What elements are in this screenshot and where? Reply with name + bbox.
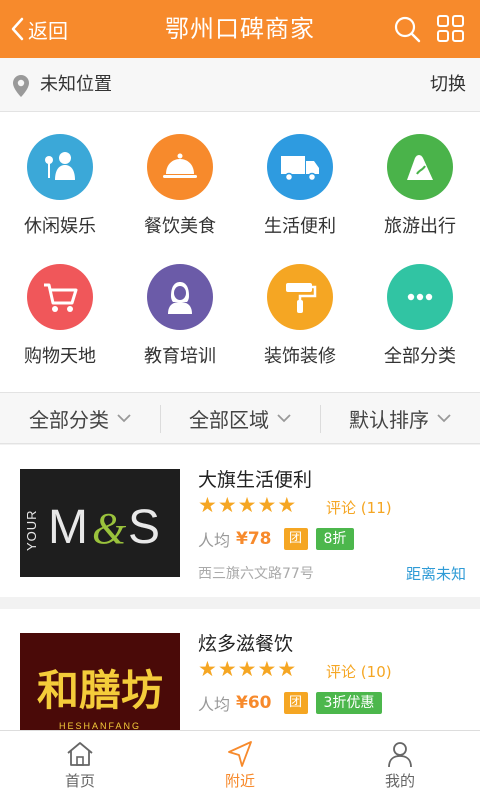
bottom-nav: 首页 附近 我的 bbox=[0, 730, 480, 800]
category-label: 旅游出行 bbox=[384, 216, 456, 237]
nav-mine[interactable]: 我的 bbox=[320, 731, 480, 800]
category-label: 教育培训 bbox=[144, 346, 216, 367]
merchant-distance: 距离未知 bbox=[405, 565, 466, 583]
category-education[interactable]: 教育培训 bbox=[120, 264, 240, 368]
nav-label: 附近 bbox=[224, 772, 255, 790]
chevron-down-icon bbox=[437, 414, 451, 423]
discount-badge: 8折 bbox=[315, 528, 355, 550]
nav-label: 我的 bbox=[384, 772, 415, 790]
category-label: 购物天地 bbox=[24, 346, 96, 367]
svg-text:&: & bbox=[92, 504, 127, 553]
category-grid: 休闲娱乐 餐饮美食 生活便利 旅游出行 购物天地 教育培训 装饰装修 全部分类 bbox=[0, 112, 480, 392]
category-label: 生活便利 bbox=[264, 216, 336, 237]
list-item[interactable]: 和膳坊 HESHANFANG 炫多滋餐饮 ★ ★ ★ ★ ★ 评论 (10) 人均 ¥6… bbox=[0, 609, 480, 730]
svg-text:YOUR: YOUR bbox=[24, 509, 39, 551]
location-bar: 未知位置 切换 bbox=[0, 58, 480, 112]
nav-nearby[interactable]: 附近 bbox=[160, 731, 320, 800]
svg-text:和膳坊: 和膳坊 bbox=[37, 666, 163, 715]
category-food[interactable]: 餐饮美食 bbox=[120, 134, 240, 238]
grid-icon[interactable] bbox=[436, 14, 466, 44]
category-decoration[interactable]: 装饰装修 bbox=[240, 264, 360, 368]
category-shopping[interactable]: 购物天地 bbox=[0, 264, 120, 368]
category-life[interactable]: 生活便利 bbox=[240, 134, 360, 238]
location-text: 未知位置 bbox=[40, 74, 112, 95]
user-icon bbox=[388, 742, 412, 768]
chevron-down-icon bbox=[117, 414, 131, 423]
group-buy-badge: 团 bbox=[283, 528, 308, 550]
svg-text:M: M bbox=[48, 501, 88, 554]
review-count[interactable]: 评论 (11) bbox=[326, 497, 392, 518]
search-icon[interactable] bbox=[392, 14, 422, 44]
merchant-name: 炫多滋餐饮 bbox=[198, 633, 294, 655]
merchant-address: 西三旗六文路77号 bbox=[198, 566, 314, 582]
average-price: 人均 ¥60 团 3折优惠 bbox=[198, 691, 383, 715]
rating-stars: ★ ★ ★ ★ ★ bbox=[198, 657, 297, 681]
merchant-name: 大旗生活便利 bbox=[198, 469, 313, 491]
filter-area[interactable]: 全部区域 bbox=[160, 393, 320, 443]
filter-label: 全部区域 bbox=[189, 407, 269, 432]
mountain-icon bbox=[387, 134, 453, 200]
switch-location-button[interactable]: 切换 bbox=[430, 58, 466, 112]
filter-category[interactable]: 全部分类 bbox=[0, 393, 160, 443]
group-buy-badge: 团 bbox=[283, 692, 308, 714]
merchant-thumbnail: YOUR M & S bbox=[20, 469, 180, 577]
paint-roller-icon bbox=[267, 264, 333, 330]
price-value: ¥78 bbox=[236, 529, 272, 549]
shopping-cart-icon bbox=[27, 264, 93, 330]
teacher-icon bbox=[147, 264, 213, 330]
merchant-thumbnail: 和膳坊 HESHANFANG bbox=[20, 633, 180, 730]
merchant-list: YOUR M & S 大旗生活便利 ★ ★ ★ ★ ★ 评论 (11) 人均 ¥78 团… bbox=[0, 445, 480, 730]
price-value: ¥60 bbox=[236, 693, 272, 713]
category-label: 休闲娱乐 bbox=[24, 216, 96, 237]
list-item[interactable]: YOUR M & S 大旗生活便利 ★ ★ ★ ★ ★ 评论 (11) 人均 ¥78 团… bbox=[0, 445, 480, 597]
app-header: 返回 鄂州口碑商家 bbox=[0, 0, 480, 58]
more-dots-icon bbox=[387, 264, 453, 330]
average-price: 人均 ¥78 团 8折 bbox=[198, 527, 355, 551]
category-travel[interactable]: 旅游出行 bbox=[360, 134, 480, 238]
microphone-person-icon bbox=[27, 134, 93, 200]
delivery-truck-icon bbox=[267, 134, 333, 200]
location-pin-icon bbox=[13, 75, 29, 97]
category-all[interactable]: 全部分类 bbox=[360, 264, 480, 368]
nav-home[interactable]: 首页 bbox=[0, 731, 160, 800]
svg-text:S: S bbox=[128, 501, 160, 554]
chevron-down-icon bbox=[277, 414, 291, 423]
filter-sort[interactable]: 默认排序 bbox=[320, 393, 480, 443]
home-icon bbox=[67, 742, 93, 766]
review-count[interactable]: 评论 (10) bbox=[326, 661, 392, 682]
category-label: 全部分类 bbox=[384, 346, 456, 367]
category-label: 装饰装修 bbox=[264, 346, 336, 367]
filter-bar: 全部分类 全部区域 默认排序 bbox=[0, 392, 480, 444]
nav-label: 首页 bbox=[64, 772, 95, 790]
category-leisure[interactable]: 休闲娱乐 bbox=[0, 134, 120, 238]
rating-stars: ★ ★ ★ ★ ★ bbox=[198, 493, 297, 517]
navigation-arrow-icon bbox=[228, 741, 252, 767]
food-cloche-icon bbox=[147, 134, 213, 200]
filter-label: 全部分类 bbox=[29, 407, 109, 432]
svg-text:HESHANFANG: HESHANFANG bbox=[59, 721, 141, 730]
discount-badge: 3折优惠 bbox=[315, 692, 383, 714]
filter-label: 默认排序 bbox=[349, 407, 429, 432]
category-label: 餐饮美食 bbox=[144, 216, 216, 237]
